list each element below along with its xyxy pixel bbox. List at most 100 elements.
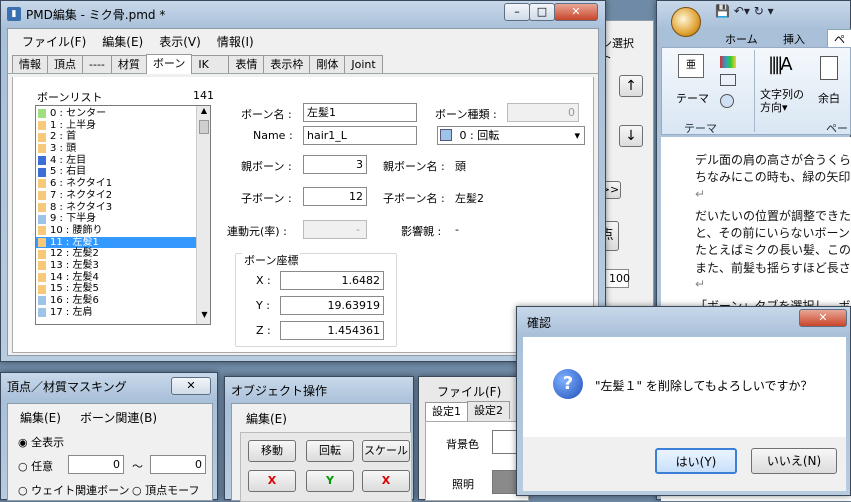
radio-weight-bone[interactable]: ○ ウェイト関連ボーン xyxy=(18,482,130,498)
radio-show-all[interactable]: ◉ 全表示 xyxy=(18,434,64,450)
object-ops-menu-edit[interactable]: 編集(E) xyxy=(246,410,287,427)
mask-close-button[interactable]: ✕ xyxy=(171,377,211,395)
bone-list-item[interactable]: 10 : 腰飾り xyxy=(36,225,196,237)
bone-list-item[interactable]: 4 : 左目 xyxy=(36,155,196,167)
y-input[interactable]: 19.63919 xyxy=(280,296,384,315)
scale-x-button[interactable]: X xyxy=(362,470,410,492)
tab-bone[interactable]: ボーン xyxy=(145,54,193,74)
scroll-down-icon[interactable]: ▼ xyxy=(197,310,210,324)
tab-rigid-body[interactable]: 剛体 xyxy=(309,55,346,73)
mask-menu-bone[interactable]: ボーン関連(B) xyxy=(80,409,157,426)
vertex-mask-window: 頂点／材質マスキング ✕ 編集(E) ボーン関連(B) ◉ 全表示 ○ 任意 0… xyxy=(0,372,218,501)
margin-icon[interactable] xyxy=(820,56,838,80)
word-tab-home[interactable]: ホーム xyxy=(725,31,758,47)
move-x-button[interactable]: X xyxy=(248,470,296,492)
scale-button[interactable]: スケール xyxy=(362,440,410,462)
tab-info[interactable]: 情報 xyxy=(12,55,48,73)
word-tab-insert[interactable]: 挿入 xyxy=(783,31,805,47)
child-bone-input[interactable]: 12 xyxy=(303,187,367,206)
save-icon[interactable]: 💾 xyxy=(715,4,730,18)
bone-list-item[interactable]: 7 : ネクタイ2 xyxy=(36,190,196,202)
bone-color-swatch xyxy=(38,144,46,154)
move-button[interactable]: 移動 xyxy=(248,440,296,462)
tab-morph[interactable]: 表情 xyxy=(228,55,265,73)
bone-type-select[interactable]: 0 : 回転 ▾ xyxy=(437,126,585,145)
bone-list-scrollbar[interactable]: ▲ ▼ xyxy=(196,106,210,324)
settings-menu-file[interactable]: ファイル(F) xyxy=(437,383,501,400)
name-en-input[interactable]: hair1_L xyxy=(303,126,417,145)
x-input[interactable]: 1.6482 xyxy=(280,271,384,290)
settings-tab-1[interactable]: 設定1 xyxy=(425,402,468,422)
move-up-button[interactable]: ↑ xyxy=(619,75,643,97)
bone-list-item[interactable]: 6 : ネクタイ1 xyxy=(36,178,196,190)
dialog-close-button[interactable]: ✕ xyxy=(799,309,847,327)
office-button[interactable] xyxy=(671,7,701,37)
tab-ik[interactable]: IK xyxy=(191,55,230,73)
radio-vertex-morph[interactable]: ○ 頂点モーフ xyxy=(132,482,199,498)
bone-list-item[interactable]: 13 : 左髪3 xyxy=(36,260,196,272)
bone-list-item-label: 11 : 左髪1 xyxy=(50,236,99,248)
tab-vertex[interactable]: 頂点 xyxy=(47,55,83,73)
bone-list-item[interactable]: 9 : 下半身 xyxy=(36,213,196,225)
radio-any-label: 任意 xyxy=(31,460,54,473)
doc-line-8: ↵ xyxy=(695,277,706,291)
bone-list-item[interactable]: 16 : 左髪6 xyxy=(36,295,196,307)
margin-label[interactable]: 余白 xyxy=(818,90,840,106)
bone-list-item[interactable]: 3 : 頭 xyxy=(36,143,196,155)
parent-bone-input[interactable]: 3 xyxy=(303,155,367,174)
theme-color-icon[interactable] xyxy=(720,56,736,68)
bone-list-item[interactable]: 12 : 左髪2 xyxy=(36,248,196,260)
redo-icon[interactable]: ↻ xyxy=(754,4,764,18)
range-from-input[interactable]: 0 xyxy=(68,455,124,474)
bone-name-input[interactable]: 左髪1 xyxy=(303,103,417,122)
menu-edit[interactable]: 編集(E) xyxy=(94,32,151,51)
rotate-y-button[interactable]: Y xyxy=(306,470,354,492)
text-direction-label[interactable]: 文字列の 方向▾ xyxy=(760,88,804,114)
menu-file[interactable]: ファイル(F) xyxy=(14,32,94,51)
text-direction-icon[interactable]: ||||A xyxy=(768,54,793,75)
move-down-button[interactable]: ↓ xyxy=(619,125,643,147)
undo-icon[interactable]: ↶▾ xyxy=(734,4,750,18)
scroll-up-icon[interactable]: ▲ xyxy=(197,106,210,120)
tab-material[interactable]: 材質 xyxy=(110,55,147,73)
qat-more-icon[interactable]: ▾ xyxy=(768,4,774,18)
bone-color-swatch xyxy=(38,121,46,131)
yes-button[interactable]: はい(Y) xyxy=(655,448,737,474)
scroll-thumb[interactable] xyxy=(199,120,209,134)
radio-arbitrary[interactable]: ○ 任意 xyxy=(18,458,53,474)
bone-list-item[interactable]: 17 : 左肩 xyxy=(36,307,196,319)
menu-view[interactable]: 表示(V) xyxy=(151,32,209,51)
bone-list[interactable]: 0 : センター 1 : 上半身 2 : 首3 : 頭4 : 左目 5 : 右目 6 :… xyxy=(35,105,211,325)
child-name-value: 左髪2 xyxy=(455,192,484,205)
bone-list-item[interactable]: 0 : センター xyxy=(36,108,196,120)
bone-list-item[interactable]: 8 : ネクタイ3 xyxy=(36,202,196,214)
theme-font-icon[interactable] xyxy=(720,74,736,86)
close-button[interactable]: ✕ xyxy=(554,3,598,21)
tab-display-frame[interactable]: 表示枠 xyxy=(263,55,311,73)
bone-list-item[interactable]: 2 : 首 xyxy=(36,131,196,143)
mask-menu-edit[interactable]: 編集(E) xyxy=(20,409,61,426)
rotate-button[interactable]: 回転 xyxy=(306,440,354,462)
bone-list-item[interactable]: 15 : 左髪5 xyxy=(36,283,196,295)
theme-button-label[interactable]: テーマ xyxy=(676,90,709,106)
maximize-button[interactable]: □ xyxy=(529,3,555,21)
chevron-down-icon[interactable]: ▾ xyxy=(574,128,580,143)
middle-value-input[interactable]: 100 xyxy=(605,269,630,288)
settings-tab-2[interactable]: 設定2 xyxy=(467,401,510,419)
minimize-button[interactable]: – xyxy=(504,3,530,21)
bone-list-item[interactable]: 5 : 右目 xyxy=(36,166,196,178)
no-button[interactable]: いいえ(N) xyxy=(751,448,837,474)
z-input[interactable]: 1.454361 xyxy=(280,321,384,340)
bone-list-item[interactable]: 14 : 左髪4 xyxy=(36,272,196,284)
menu-info[interactable]: 情報(I) xyxy=(209,32,262,51)
tab-joint[interactable]: Joint xyxy=(344,55,383,73)
theme-icon[interactable]: 亜 xyxy=(678,54,704,78)
theme-effect-icon[interactable] xyxy=(720,94,734,108)
bone-color-swatch xyxy=(38,214,46,224)
tab-dash[interactable]: ---- xyxy=(82,55,112,73)
range-to-input[interactable]: 0 xyxy=(150,455,206,474)
doc-line-5: と、その前にいらないボーン xyxy=(695,226,850,240)
bone-list-item[interactable]: 1 : 上半身 xyxy=(36,120,196,132)
bone-list-item[interactable]: 11 : 左髪1 xyxy=(36,236,196,249)
word-tab-page[interactable]: ペ xyxy=(827,29,851,49)
